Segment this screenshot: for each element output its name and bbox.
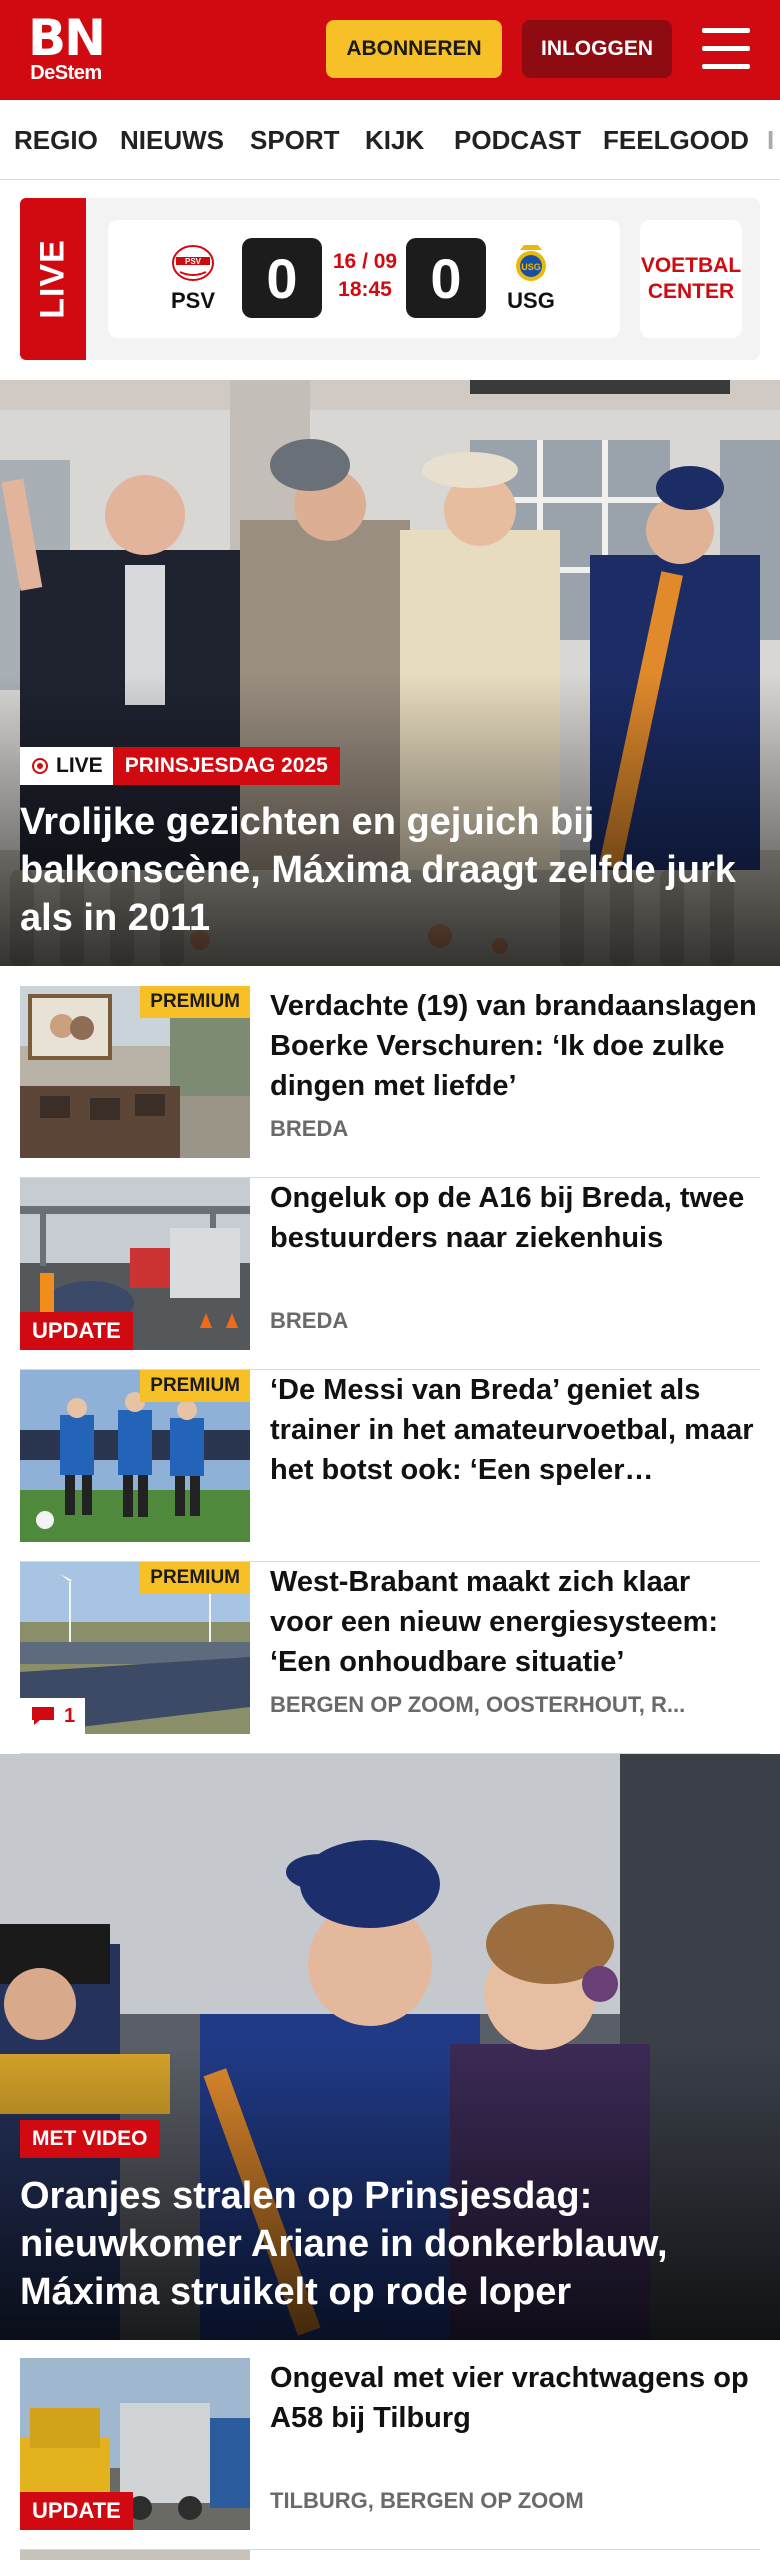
match-datetime: 16 / 09 18:45: [320, 248, 410, 304]
nav-item-kijk[interactable]: KIJK: [365, 100, 424, 179]
article-thumbnail: PREMIUM 1: [20, 1562, 250, 1734]
article-title[interactable]: West-Brabant maakt zich klaar voor een n…: [270, 1562, 760, 1682]
live-score-widget: LIVE PSV PSV 0 16 / 09 18:45 0 USG USG V…: [20, 198, 760, 360]
live-label: LIVE: [20, 198, 86, 360]
voetbal-center-button[interactable]: VOETBAL CENTER: [640, 220, 742, 338]
login-button[interactable]: INLOGGEN: [522, 20, 672, 78]
category-tag: PRINSJESDAG 2025: [112, 747, 340, 785]
home-team: PSV PSV: [158, 242, 228, 314]
voetbal-center-label-2: CENTER: [647, 280, 735, 303]
live-tag-text: LIVE: [56, 754, 103, 777]
nav-item-overflow[interactable]: I: [767, 100, 774, 179]
svg-text:PSV: PSV: [185, 257, 202, 266]
hero-article-2[interactable]: MET VIDEO Oranjes stralen op Prinsjesdag…: [0, 1754, 780, 2340]
article-thumbnail: UPDATE: [20, 2358, 250, 2530]
next-article-thumbnail: [20, 2550, 250, 2560]
logo-sub-text: DeStem: [30, 62, 102, 84]
article-title[interactable]: Ongeluk op de A16 bij Breda, twee bestuu…: [270, 1178, 760, 1258]
psv-crest-icon: PSV: [172, 245, 214, 281]
nav-item-sport[interactable]: SPORT: [250, 100, 340, 179]
article-item[interactable]: UPDATE Ongeluk op de A16 bij Breda, twee…: [20, 1178, 760, 1370]
site-logo[interactable]: BN DeStem: [28, 9, 106, 84]
live-tag: LIVE: [20, 747, 113, 785]
article-thumbnail: UPDATE: [20, 1178, 250, 1350]
article-thumbnail: PREMIUM: [20, 986, 250, 1158]
article-item[interactable]: PREMIUM 1 West-Brabant maakt zich klaar …: [20, 1562, 760, 1754]
site-header: BN DeStem ABONNEREN INLOGGEN: [0, 0, 780, 100]
home-team-name: PSV: [170, 288, 216, 313]
away-team-name: USG: [507, 288, 555, 313]
nav-item-podcast[interactable]: PODCAST: [454, 100, 581, 179]
menu-icon[interactable]: [702, 28, 750, 70]
article-location: TILBURG, BERGEN OP ZOOM: [270, 2488, 584, 2513]
article-location: BREDA: [270, 1116, 349, 1141]
premium-badge: PREMIUM: [140, 1370, 250, 1402]
hero2-title[interactable]: Oranjes stralen op Prinsjesdag: nieuwkom…: [20, 2172, 760, 2316]
article-title[interactable]: Ongeval met vier vrachtwagens op A58 bij…: [270, 2358, 760, 2438]
home-score: 0: [242, 238, 322, 318]
svg-text:USG: USG: [521, 262, 541, 272]
premium-badge: PREMIUM: [140, 1562, 250, 1594]
match-date: 16 / 09: [332, 250, 398, 273]
article-item[interactable]: PREMIUM ‘De Messi van Breda’ geniet als …: [20, 1370, 760, 1562]
article-thumbnail: PREMIUM: [20, 1370, 250, 1542]
article-title[interactable]: Verdachte (19) van brandaansla­gen Boerk…: [270, 986, 760, 1106]
live-dot-icon: [32, 758, 48, 774]
premium-badge: PREMIUM: [140, 986, 250, 1018]
comment-count: 1: [64, 1704, 76, 1727]
logo-main-text: BN: [28, 9, 106, 67]
main-nav: REGIO NIEUWS SPORT KIJK PODCAST FEELGOOD…: [0, 100, 780, 180]
hero-tags: LIVE PRINSJESDAG 2025: [20, 747, 340, 785]
article-location: BERGEN OP ZOOM, OOSTERHOUT, R...: [270, 1692, 686, 1717]
article-item[interactable]: PREMIUM Verdachte (19) van brandaansla­g…: [20, 986, 760, 1178]
voetbal-center-label-1: VOETBAL: [640, 254, 742, 277]
update-badge: UPDATE: [20, 1312, 133, 1350]
nav-item-regio[interactable]: REGIO: [14, 100, 98, 179]
away-team: USG USG: [496, 242, 566, 314]
hero-article[interactable]: LIVE PRINSJESDAG 2025 Vrolijke gezichten…: [0, 380, 780, 966]
nav-item-feelgood[interactable]: FEELGOOD: [603, 100, 749, 179]
comments-badge[interactable]: 1: [20, 1698, 86, 1734]
match-card[interactable]: PSV PSV 0 16 / 09 18:45 0 USG USG: [108, 220, 620, 338]
live-label-text: LIVE: [33, 239, 72, 319]
hero-title[interactable]: Vrolijke gezichten en gejuich bij balkon…: [20, 798, 760, 942]
away-score: 0: [406, 238, 486, 318]
subscribe-button[interactable]: ABONNEREN: [326, 20, 502, 78]
match-time: 18:45: [338, 278, 392, 301]
article-item[interactable]: UPDATE Ongeval met vier vrachtwagens op …: [20, 2358, 760, 2550]
article-title[interactable]: ‘De Messi van Breda’ geniet als trainer …: [270, 1370, 760, 1490]
video-tag: MET VIDEO: [20, 2120, 160, 2158]
usg-crest-icon: USG: [516, 245, 546, 281]
update-badge: UPDATE: [20, 2492, 133, 2530]
nav-item-nieuws[interactable]: NIEUWS: [120, 100, 224, 179]
article-location: BREDA: [270, 1308, 349, 1333]
comment-icon: [32, 1707, 54, 1725]
